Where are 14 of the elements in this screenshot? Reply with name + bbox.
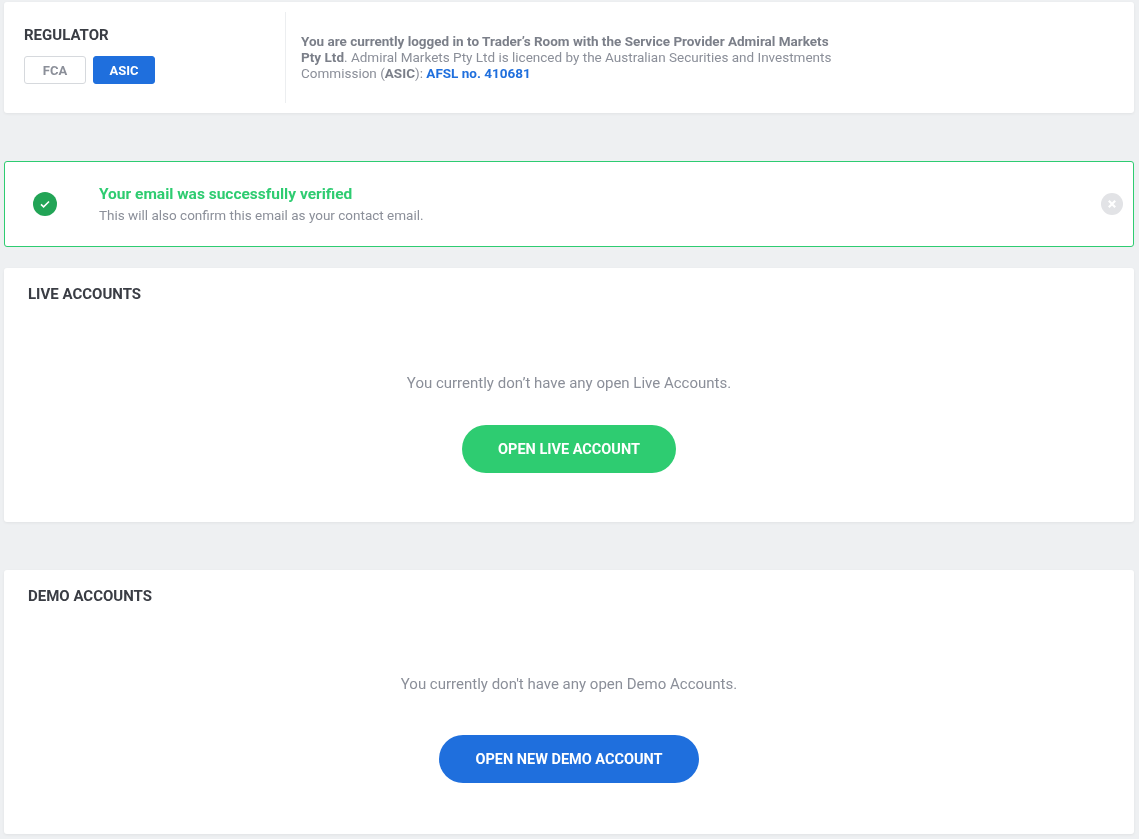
regulator-title: REGULATOR <box>24 26 110 44</box>
check-icon <box>33 192 57 216</box>
regulator-info: You are currently logged in to Trader’s Room with the Service Provider Admiral Markets Pty Ltd. Admiral Markets Pty Ltd is licenced by the Australian Securities and Investments Commission (ASIC): AFSL no. 410681 <box>301 33 833 83</box>
alert-message: This will also confirm this email as your contact email. <box>99 207 425 223</box>
open-account-button[interactable]: OPEN NEW DEMO ACCOUNT <box>439 735 699 783</box>
section-title: LIVE ACCOUNTS <box>28 285 142 303</box>
afsl-link[interactable]: AFSL no. 410681 <box>426 65 531 81</box>
empty-message: You currently don’t have any open Live Accounts. <box>406 374 732 392</box>
regulator-tab[interactable]: FCA <box>24 56 86 84</box>
empty-message: You currently don't have any open Demo Accounts. <box>400 675 738 693</box>
section-title: DEMO ACCOUNTS <box>28 587 152 605</box>
regulator-tab[interactable]: ASIC <box>93 56 155 84</box>
close-icon[interactable] <box>1101 193 1123 215</box>
alert-title: Your email was successfully verified <box>99 185 354 203</box>
